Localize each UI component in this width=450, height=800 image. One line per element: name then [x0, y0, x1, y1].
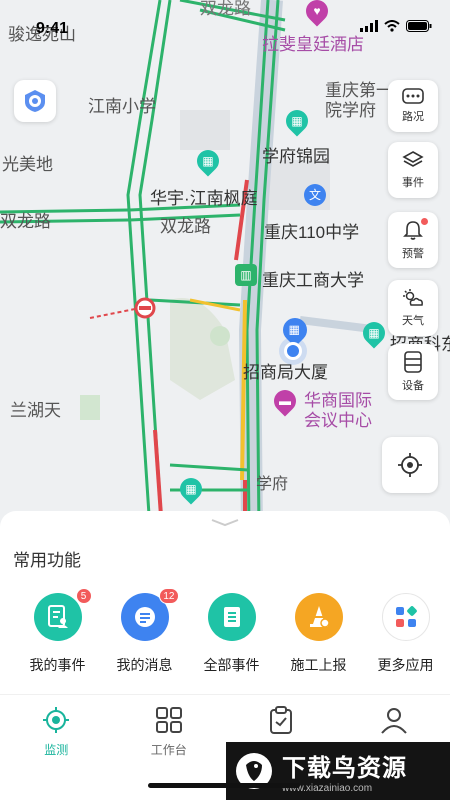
school-pin-icon[interactable]: 文 — [304, 184, 326, 206]
status-time: 9:41 — [36, 20, 69, 37]
residence-pin-icon[interactable]: ▦ — [175, 473, 207, 505]
all-events-button[interactable]: 全部事件 — [188, 593, 275, 675]
events-button[interactable]: 事件 — [388, 142, 438, 198]
more-apps-label: 更多应用 — [377, 657, 434, 673]
weather-icon — [403, 289, 423, 306]
traffic-label: 路况 — [402, 111, 424, 123]
map-label: 华宇·江南枫庭 — [150, 189, 258, 208]
construction-report-icon — [294, 593, 343, 641]
map-label: 重庆工商大学 — [262, 271, 364, 290]
alert-label: 预警 — [402, 248, 424, 260]
alert-dot — [421, 218, 428, 225]
my-events-button[interactable]: 5 我的事件 — [14, 588, 101, 675]
chevron-down-icon[interactable] — [210, 517, 240, 527]
tab-workbench-label: 工作台 — [150, 743, 187, 757]
list-document-icon — [223, 607, 240, 627]
watermark-url: www.xiazainiao.com — [282, 783, 373, 794]
more-apps-button[interactable]: 更多应用 — [362, 593, 449, 675]
traffic-icon — [402, 88, 424, 104]
battery-icon — [406, 20, 432, 32]
residence-pin-icon[interactable]: ▦ — [192, 145, 224, 177]
all-events-icon — [207, 593, 256, 641]
shield-logo-icon — [25, 90, 45, 112]
map-label: 双龙路 — [0, 212, 51, 231]
crosshair-icon — [398, 453, 422, 477]
construction-report-button[interactable]: 施工上报 — [275, 593, 362, 675]
grid-icon — [155, 707, 182, 733]
map-label: 招商局大厦 — [243, 363, 328, 382]
construction-report-label: 施工上报 — [290, 657, 347, 673]
layers-icon — [402, 151, 424, 167]
watermark-title: 下载鸟资源 — [282, 755, 407, 782]
status-icons — [360, 20, 432, 32]
person-icon — [380, 708, 407, 734]
map-label: 江南小学 — [88, 97, 156, 116]
device-label: 设备 — [402, 380, 424, 392]
document-person-icon — [47, 605, 68, 628]
status-bar: 9:41 — [0, 0, 450, 44]
map-label: 学府锦园 — [262, 147, 330, 166]
my-messages-icon: 12 — [120, 588, 179, 641]
all-events-label: 全部事件 — [203, 657, 260, 673]
device-icon — [404, 351, 422, 373]
my-events-badge: 5 — [75, 588, 92, 604]
my-events-label: 我的事件 — [29, 657, 86, 673]
wifi-icon — [384, 20, 400, 32]
office-pin-icon[interactable]: ▦ — [358, 317, 390, 349]
weather-button[interactable]: 天气 — [388, 280, 438, 336]
function-grid: 5 我的事件 12 我的消息 全部事件 施工上报 更多应用 — [0, 588, 450, 675]
map-label: 会议中心 — [304, 411, 372, 430]
home-indicator — [148, 783, 300, 788]
chat-bubble-icon — [134, 607, 155, 627]
map-label: 光美地 — [2, 155, 53, 174]
locate-me-button[interactable] — [382, 437, 438, 493]
tab-monitor-label: 监测 — [44, 743, 69, 757]
traffic-button[interactable]: 路况 — [388, 80, 438, 132]
my-events-icon: 5 — [33, 588, 92, 641]
city-logo-button[interactable] — [14, 80, 56, 122]
clipboard-icon — [270, 706, 293, 734]
map-label: 院学府 — [325, 101, 376, 120]
my-messages-badge: 12 — [159, 588, 179, 604]
map-label: 兰湖天 — [10, 401, 61, 420]
map-label: 双龙路 — [160, 217, 211, 236]
traffic-cone-icon — [309, 606, 330, 628]
sheet-title: 常用功能 — [13, 551, 81, 570]
watermark-logo: 下载鸟资源 www.xiazainiao.com — [226, 742, 450, 800]
bus-station-icon[interactable]: ▥ — [235, 264, 257, 286]
map-label: 学府 — [256, 476, 289, 493]
signal-icon — [360, 20, 378, 32]
tab-monitor[interactable]: 监测 — [0, 695, 113, 800]
more-apps-icon — [381, 593, 430, 641]
my-messages-label: 我的消息 — [116, 657, 173, 673]
device-button[interactable]: 设备 — [388, 344, 438, 400]
alert-button[interactable]: 预警 — [388, 212, 438, 268]
conference-pin-icon[interactable]: ▬ — [269, 385, 301, 417]
apps-grid-icon — [395, 606, 417, 627]
target-icon — [43, 707, 70, 733]
weather-label: 天气 — [402, 315, 424, 327]
residence-pin-icon[interactable]: ▦ — [281, 105, 313, 137]
my-messages-button[interactable]: 12 我的消息 — [101, 588, 188, 675]
events-label: 事件 — [402, 177, 424, 189]
map-label: 重庆110中学 — [264, 223, 360, 242]
